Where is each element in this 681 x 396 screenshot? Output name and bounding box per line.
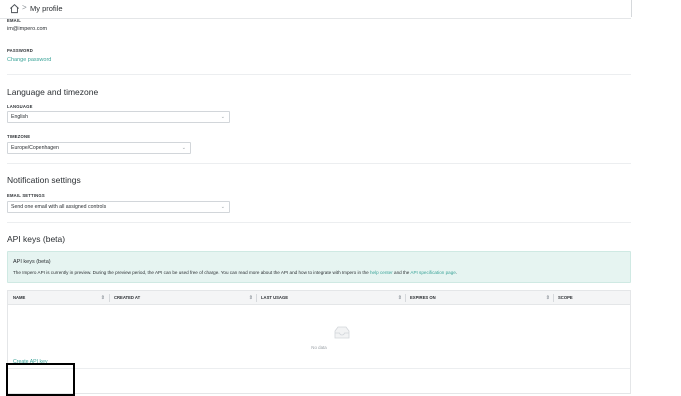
- sort-icon[interactable]: ⇕: [249, 291, 253, 305]
- api-keys-table: NAME ⇕ CREATED AT ⇕ LAST USAGE ⇕ EXPIRES ON…: [7, 290, 631, 394]
- api-info-text: The Impero API is currently in preview. …: [13, 270, 458, 275]
- email-settings-select-value: Send one email with all assigned control…: [11, 204, 107, 210]
- api-info-box: API keys (beta) The Impero API is curren…: [7, 251, 631, 283]
- column-header-created-at[interactable]: CREATED AT ⇕: [109, 291, 256, 305]
- email-label: EMAIL: [7, 18, 22, 23]
- top-bar: > My profile: [0, 0, 631, 19]
- table-header: NAME ⇕ CREATED AT ⇕ LAST USAGE ⇕ EXPIRES ON…: [8, 291, 630, 305]
- highlight-box: [6, 363, 75, 396]
- window-edge: [629, 0, 632, 17]
- sort-icon[interactable]: ⇕: [101, 291, 105, 305]
- empty-state-text: No data: [311, 345, 327, 350]
- change-password-link[interactable]: Change password: [7, 57, 51, 63]
- language-timezone-heading: Language and timezone: [7, 87, 99, 97]
- home-icon[interactable]: [9, 3, 20, 14]
- language-label: LANGUAGE: [7, 104, 33, 109]
- help-center-link[interactable]: help center: [370, 270, 393, 275]
- column-header-last-usage[interactable]: LAST USAGE ⇕: [256, 291, 405, 305]
- column-header-scope: SCOPE: [558, 295, 573, 300]
- divider: [7, 74, 631, 75]
- language-select-value: English: [11, 114, 29, 120]
- api-keys-heading: API keys (beta): [7, 234, 66, 244]
- email-settings-label: EMAIL SETTINGS: [7, 193, 45, 198]
- password-label: PASSWORD: [7, 48, 33, 53]
- chevron-right-icon: >: [22, 3, 27, 12]
- column-header-expires-on[interactable]: EXPIRES ON ⇕: [405, 291, 553, 305]
- timezone-select[interactable]: Europe/Copenhagen ⌄: [7, 142, 191, 154]
- dropdown-caret-icon: ⌄: [220, 114, 225, 120]
- column-header-name[interactable]: NAME ⇕: [8, 291, 108, 305]
- language-select[interactable]: English ⌄: [7, 111, 230, 123]
- sort-icon[interactable]: ⇕: [546, 291, 550, 305]
- timezone-select-value: Europe/Copenhagen: [11, 145, 59, 151]
- notification-settings-heading: Notification settings: [7, 175, 81, 185]
- sort-icon[interactable]: ⇕: [398, 291, 402, 305]
- divider: [7, 222, 631, 223]
- email-value: im@impero.com: [7, 26, 48, 32]
- divider: [8, 368, 630, 369]
- api-spec-link[interactable]: API specification page: [410, 270, 455, 275]
- api-info-title: API keys (beta): [13, 259, 51, 265]
- divider: [7, 163, 631, 164]
- email-settings-select[interactable]: Send one email with all assigned control…: [7, 201, 230, 213]
- empty-inbox-icon: [334, 326, 350, 339]
- page-title: My profile: [30, 4, 63, 13]
- dropdown-caret-icon: ⌄: [181, 145, 186, 151]
- timezone-label: TIMEZONE: [7, 134, 31, 139]
- dropdown-caret-icon: ⌄: [220, 204, 225, 210]
